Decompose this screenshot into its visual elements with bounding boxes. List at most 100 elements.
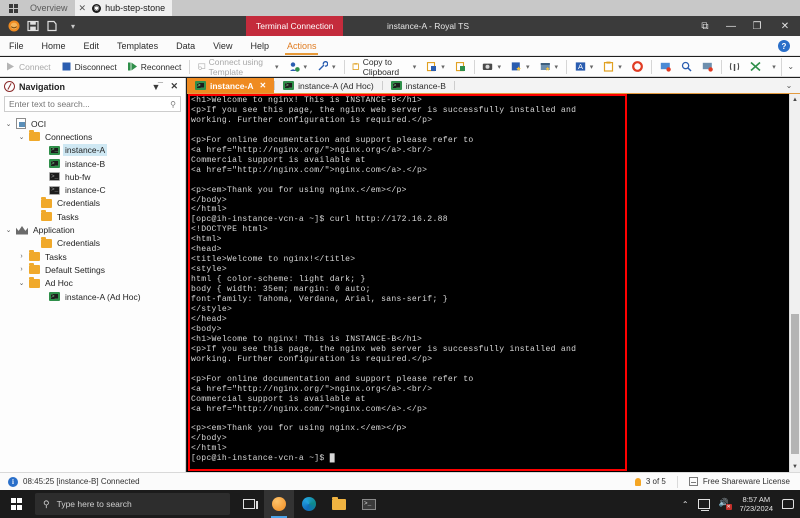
context-tab-terminal-connection[interactable]: Terminal Connection bbox=[246, 16, 344, 36]
chevron-down-icon[interactable]: ▾ bbox=[526, 63, 530, 71]
scroll-down-arrow-icon[interactable]: ▼ bbox=[790, 461, 800, 472]
signal-tower-button[interactable] bbox=[724, 57, 745, 77]
new-document-icon[interactable] bbox=[46, 20, 58, 32]
chevron-right-icon[interactable]: › bbox=[17, 266, 26, 273]
chevron-down-icon[interactable]: ▾ bbox=[332, 63, 336, 71]
customize-qat-caret-icon[interactable]: ▾ bbox=[71, 22, 75, 31]
command-prompt-icon[interactable] bbox=[354, 490, 384, 518]
session-tab-instance-a[interactable]: instance-A ✕ bbox=[187, 78, 275, 93]
ribbon-tab-data[interactable]: Data bbox=[167, 36, 204, 56]
file-explorer-icon[interactable] bbox=[324, 490, 354, 518]
outer-tab-overview[interactable]: Overview bbox=[26, 0, 75, 16]
chevron-down-icon[interactable]: ▾ bbox=[304, 63, 308, 71]
chevron-down-icon[interactable]: ⌄ bbox=[17, 279, 26, 287]
tab-overflow-caret-icon[interactable]: ⌄ bbox=[778, 78, 800, 93]
volume-muted-icon[interactable]: ✕ bbox=[719, 498, 732, 510]
monitor-stop-button[interactable] bbox=[655, 57, 676, 77]
tree-item-default-settings[interactable]: › Default Settings bbox=[0, 263, 185, 276]
chevron-down-icon[interactable]: ▾ bbox=[555, 63, 559, 71]
session-tab-instance-b[interactable]: instance-B bbox=[383, 78, 454, 93]
shuffle-button[interactable] bbox=[745, 57, 766, 77]
ribbon-tab-edit[interactable]: Edit bbox=[75, 36, 109, 56]
show-hidden-icons-icon[interactable]: ⌃ bbox=[682, 500, 689, 509]
connect-as-button[interactable]: ▾ bbox=[284, 57, 313, 77]
screenshot-button[interactable]: ▾ bbox=[477, 57, 506, 77]
connect-using-template-button[interactable]: Connect using Template ▾ bbox=[193, 57, 283, 77]
favorite-window-button[interactable]: ▾ bbox=[506, 57, 535, 77]
tree-item-tasks-app[interactable]: › Tasks bbox=[0, 250, 185, 263]
save-icon[interactable] bbox=[27, 20, 39, 32]
tree-item-instance-a[interactable]: instance-A bbox=[0, 144, 185, 157]
close-icon[interactable]: ✕ bbox=[167, 81, 181, 92]
paste-file-button[interactable] bbox=[450, 57, 471, 77]
close-button[interactable]: ✕ bbox=[770, 16, 800, 36]
royal-ts-taskbar-icon[interactable] bbox=[264, 490, 294, 518]
chevron-down-icon[interactable]: ⌄ bbox=[4, 120, 13, 128]
chevron-down-icon[interactable]: ▾ bbox=[590, 63, 594, 71]
tree-item-connections[interactable]: ⌄ Connections bbox=[0, 130, 185, 143]
ribbon-collapse-caret-icon[interactable]: ⌄ bbox=[781, 62, 800, 71]
chevron-right-icon[interactable]: › bbox=[17, 253, 26, 260]
close-icon[interactable]: ✕ bbox=[259, 81, 266, 90]
chevron-down-icon[interactable]: ▾ bbox=[275, 63, 279, 71]
notes-button[interactable]: ▾ bbox=[598, 57, 627, 77]
overflow-caret-icon[interactable]: ▾ bbox=[772, 63, 776, 71]
search-icon[interactable]: ⚲ bbox=[170, 100, 176, 109]
taskbar-search-box[interactable]: ⚲ Type here to search bbox=[35, 493, 230, 515]
navigation-search[interactable]: ⚲ bbox=[4, 96, 181, 112]
tree-item-application[interactable]: ⌄ Application bbox=[0, 223, 185, 236]
connect-button[interactable]: Connect bbox=[0, 57, 56, 77]
reconnect-button[interactable]: Reconnect bbox=[122, 57, 187, 77]
action-center-icon[interactable] bbox=[782, 499, 794, 509]
tree-item-instance-b[interactable]: instance-B bbox=[0, 157, 185, 170]
tree-item-tasks-oci[interactable]: Tasks bbox=[0, 210, 185, 223]
search-button[interactable] bbox=[676, 57, 697, 77]
tree-item-credentials-oci[interactable]: Credentials bbox=[0, 196, 185, 210]
screen-record-stop-button[interactable] bbox=[697, 57, 718, 77]
tree-item-hub-fw[interactable]: hub-fw bbox=[0, 170, 185, 183]
help-icon[interactable]: ? bbox=[778, 40, 790, 52]
restore-button[interactable]: ❐ bbox=[744, 16, 770, 36]
windows-start-icon[interactable] bbox=[0, 490, 33, 518]
terminal-pane[interactable]: <h1>Welcome to nginx! This is INSTANCE-B… bbox=[187, 94, 800, 472]
ribbon-tab-actions[interactable]: Actions bbox=[278, 36, 326, 56]
ribbon-tab-file[interactable]: File bbox=[0, 36, 33, 56]
close-icon[interactable]: ✕ bbox=[79, 3, 87, 14]
terminal-scrollbar[interactable]: ▲ ▼ bbox=[789, 94, 800, 472]
royal-ts-logo-icon[interactable] bbox=[8, 20, 20, 32]
chevron-down-icon[interactable]: ⌄ bbox=[4, 226, 13, 234]
tree-item-credentials-app[interactable]: Credentials bbox=[0, 236, 185, 250]
text-format-button[interactable]: A ▾ bbox=[570, 57, 599, 77]
record-button[interactable] bbox=[627, 57, 648, 77]
paste-key-button[interactable]: ▾ bbox=[421, 57, 450, 77]
minimize-button[interactable]: — bbox=[718, 16, 744, 36]
task-view-icon[interactable] bbox=[234, 490, 264, 518]
chevron-down-icon[interactable]: ⌄ bbox=[17, 133, 26, 141]
tree-item-ad-hoc[interactable]: ⌄ Ad Hoc bbox=[0, 276, 185, 290]
scrollbar-thumb[interactable] bbox=[791, 314, 799, 454]
scroll-up-arrow-icon[interactable]: ▲ bbox=[790, 94, 800, 105]
pin-icon[interactable]: ▼̅ bbox=[149, 82, 164, 92]
tree-item-instance-c[interactable]: instance-C bbox=[0, 183, 185, 196]
terminal-output[interactable]: <h1>Welcome to nginx! This is INSTANCE-B… bbox=[191, 96, 784, 472]
outer-tab-hub-step-stone[interactable]: ✕ ◉ hub-step-stone bbox=[74, 0, 173, 16]
ribbon-tab-help[interactable]: Help bbox=[241, 36, 278, 56]
copy-to-clipboard-button[interactable]: Copy to Clipboard ▾ bbox=[347, 57, 421, 77]
tree-item-oci[interactable]: ⌄ OCI bbox=[0, 117, 185, 130]
tools-button[interactable]: ▾ bbox=[312, 57, 341, 77]
session-tab-instance-a-ad-hoc[interactable]: instance-A (Ad Hoc) bbox=[275, 78, 382, 93]
ribbon-tab-templates[interactable]: Templates bbox=[108, 36, 167, 56]
tree-item-instance-a-ad-hoc[interactable]: instance-A (Ad Hoc) bbox=[0, 290, 185, 303]
grid-icon[interactable] bbox=[0, 0, 26, 16]
chevron-down-icon[interactable]: ▾ bbox=[413, 63, 417, 71]
ribbon-display-options-button[interactable]: ⧉ bbox=[692, 16, 718, 36]
toolbar-overflow-button[interactable]: ▾ bbox=[766, 57, 781, 77]
clock[interactable]: 8:57 AM 7/23/2024 bbox=[740, 495, 773, 513]
microsoft-edge-icon[interactable] bbox=[294, 490, 324, 518]
chevron-down-icon[interactable]: ▾ bbox=[497, 63, 501, 71]
chevron-down-icon[interactable]: ▾ bbox=[618, 63, 622, 71]
network-icon[interactable] bbox=[697, 499, 710, 511]
license-label[interactable]: Free Shareware License bbox=[703, 477, 790, 486]
search-input[interactable] bbox=[9, 99, 171, 109]
ribbon-tab-view[interactable]: View bbox=[204, 36, 241, 56]
